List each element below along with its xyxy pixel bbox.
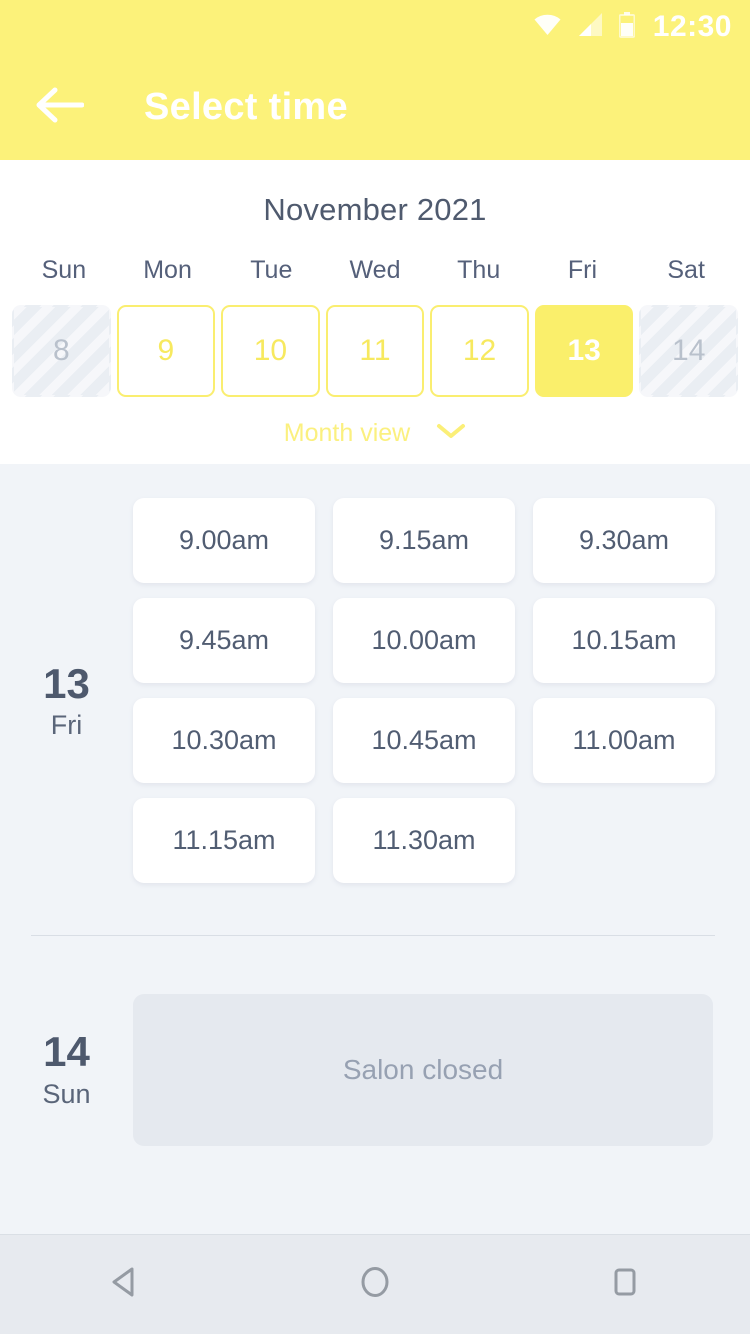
time-slot[interactable]: 10.45am [333,698,515,783]
chevron-down-icon [436,422,466,445]
nav-back-button[interactable] [70,1235,180,1334]
nav-home-button[interactable] [320,1235,430,1334]
calendar-day-14: 14 [639,305,738,397]
time-slot[interactable]: 10.00am [333,598,515,683]
time-slot[interactable]: 9.15am [333,498,515,583]
nav-recents-button[interactable] [570,1235,680,1334]
page-title: Select time [144,85,348,128]
weekday-label-thu: Thu [457,256,501,284]
time-slot[interactable]: 10.15am [533,598,715,683]
day-sidebar-number: 14 [43,1028,90,1076]
status-bar: 12:30 [0,0,750,54]
day-sidebar-number: 13 [43,659,90,707]
weekday-label-fri: Fri [567,256,597,284]
day-sidebar-14: 14 Sun [0,994,133,1146]
status-time: 12:30 [652,10,732,43]
calendar-day-11[interactable]: 11 [325,305,425,397]
weekday-label-tue: Tue [250,256,293,284]
back-button[interactable] [30,77,90,137]
slots-area: 13 Fri 9.00am 9.15am 9.30am 9.45am 10.00… [0,464,750,1216]
day-sidebar-name: Fri [50,710,83,741]
weekday-label-sat: Sat [667,256,705,284]
weekday-header-row: Sun Mon Tue Wed Thu Fri Sat [0,256,750,285]
android-nav-bar [0,1234,750,1334]
day-group-14: 14 Sun Salon closed [0,936,750,1146]
month-title: November 2021 [263,192,487,227]
month-view-toggle[interactable]: Month view [0,419,750,448]
day-sidebar-13: 13 Fri [0,498,133,883]
weekday-label-wed: Wed [349,256,401,284]
nav-home-icon [357,1264,393,1305]
salon-closed-panel: Salon closed [133,994,713,1146]
app-bar: Select time [0,54,750,160]
day-sidebar-name: Sun [42,1078,91,1109]
nav-recents-icon [607,1264,643,1305]
calendar-panel: November 2021 Sun Mon Tue Wed Thu Fri Sa… [0,160,750,464]
battery-icon [618,11,636,43]
calendar-day-10[interactable]: 10 [221,305,320,397]
calendar-days-row: 8 9 10 11 12 13 14 [0,305,750,397]
time-slot[interactable]: 11.00am [533,698,715,783]
calendar-day-12[interactable]: 12 [430,305,529,397]
month-view-label: Month view [283,419,411,447]
calendar-day-9[interactable]: 9 [116,305,216,397]
weekday-label-mon: Mon [143,256,192,284]
day-group-13: 13 Fri 9.00am 9.15am 9.30am 9.45am 10.00… [0,464,750,883]
wifi-icon [534,14,561,41]
time-slot[interactable]: 9.30am [533,498,715,583]
time-slot[interactable]: 11.30am [333,798,515,883]
time-slot-grid: 9.00am 9.15am 9.30am 9.45am 10.00am 10.1… [133,498,750,883]
signal-icon [577,12,603,42]
time-slot[interactable]: 9.45am [133,598,315,683]
calendar-day-13[interactable]: 13 [534,305,634,397]
arrow-left-icon [36,86,85,129]
weekday-label-sun: Sun [41,256,87,284]
nav-back-icon [107,1264,143,1305]
time-slot[interactable]: 10.30am [133,698,315,783]
time-slot[interactable]: 11.15am [133,798,315,883]
time-slot[interactable]: 9.00am [133,498,315,583]
calendar-day-8: 8 [12,305,111,397]
